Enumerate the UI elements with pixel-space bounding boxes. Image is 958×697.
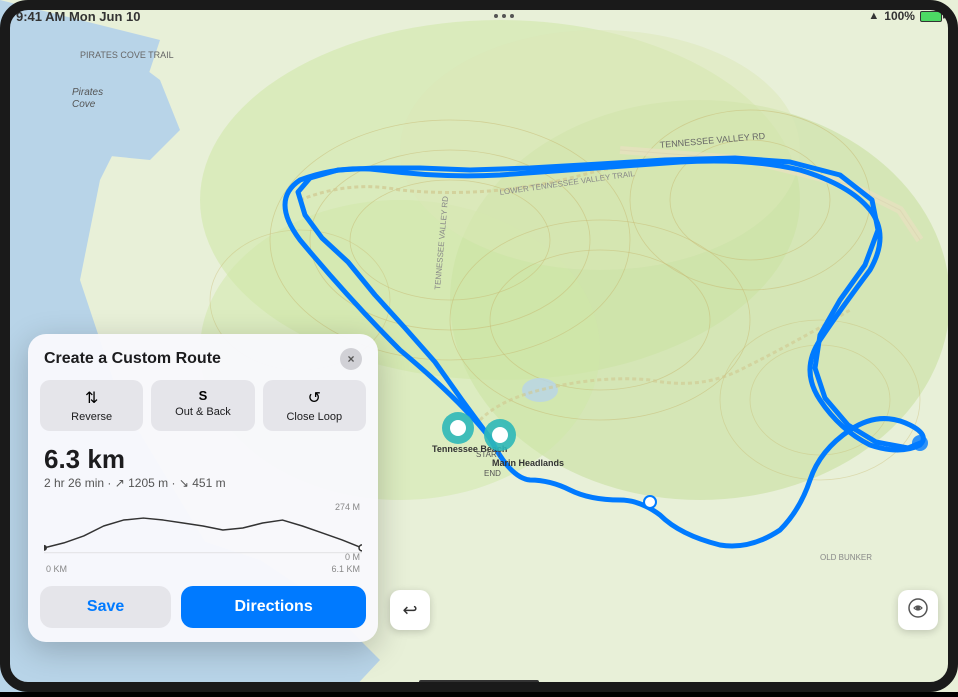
close-loop-icon: ↺ [308,388,321,408]
svg-text:END: END [484,469,501,478]
undo-button[interactable]: ↩ [390,590,430,630]
route-distance: 6.3 km [44,445,362,474]
dot3 [510,14,514,18]
x-end-label: 6.1 KM [331,564,360,574]
wifi-icon: ▲ [868,10,879,22]
separator: · [107,476,114,490]
close-loop-button[interactable]: ↺ Close Loop [263,380,366,431]
undo-icon: ↩ [402,600,417,621]
out-back-label: Out & Back [175,406,231,418]
out-back-icon: S [199,388,208,403]
out-back-button[interactable]: S Out & Back [151,380,254,431]
status-time: 9:41 AM Mon Jun 10 [16,9,140,24]
status-bar: 9:41 AM Mon Jun 10 ▲ 100% [0,0,958,32]
elevation-down: ↘ 451 m [179,476,226,490]
status-center-dots [494,14,514,18]
save-button[interactable]: Save [40,586,171,628]
panel-header: Create a Custom Route × [28,334,378,380]
elevation-min-label: 0 M [345,552,360,562]
layers-icon [907,597,929,624]
close-button[interactable]: × [340,348,362,370]
route-type-buttons: ⇅ Reverse S Out & Back ↺ Close Loop [28,380,378,441]
elevation-max-label: 274 M [335,502,360,512]
reverse-label: Reverse [71,411,112,423]
action-buttons: Save Directions [28,578,378,642]
directions-button[interactable]: Directions [181,586,366,628]
reverse-button[interactable]: ⇅ Reverse [40,380,143,431]
route-details: 2 hr 26 min · ↗ 1205 m · ↘ 451 m [44,476,362,490]
elevation-up: ↗ 1205 m [115,476,168,490]
dot1 [494,14,498,18]
route-panel: Create a Custom Route × ⇅ Reverse S Out … [28,334,378,642]
layers-button[interactable] [898,590,938,630]
battery-icon [920,11,942,22]
separator2: · [171,476,178,490]
svg-text:PIRATES COVE TRAIL: PIRATES COVE TRAIL [80,50,174,60]
status-right: ▲ 100% [868,9,942,23]
close-loop-label: Close Loop [286,411,342,423]
home-indicator [419,680,539,684]
dot2 [502,14,506,18]
reverse-icon: ⇅ [85,388,98,408]
elevation-chart: 274 M 0 M 0 KM 6.1 KM [28,498,378,578]
elevation-svg [44,498,362,558]
battery-percentage: 100% [884,9,915,23]
svg-text:Pirates: Pirates [72,87,103,98]
x-start-label: 0 KM [46,564,67,574]
svg-text:Marin Headlands: Marin Headlands [492,458,564,468]
panel-title: Create a Custom Route [44,350,221,368]
svg-text:Cove: Cove [72,99,96,110]
route-stats: 6.3 km 2 hr 26 min · ↗ 1205 m · ↘ 451 m [28,441,378,498]
duration: 2 hr 26 min [44,476,104,490]
svg-text:OLD BUNKER: OLD BUNKER [820,553,872,562]
